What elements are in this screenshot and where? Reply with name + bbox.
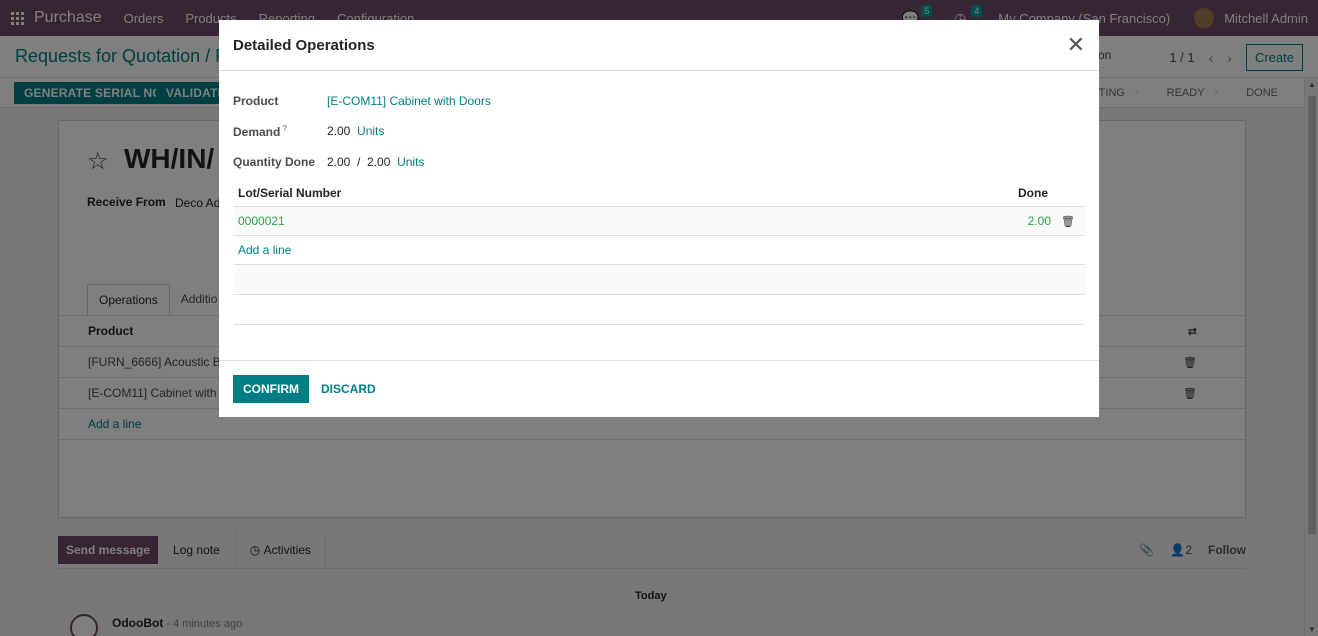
empty-row [234,265,1085,295]
delete-row-icon[interactable]: 🗑 [1061,215,1075,228]
demand-value: 2.00 Units [327,124,385,138]
column-lot-serial: Lot/Serial Number [238,185,342,200]
quantity-uom[interactable]: Units [397,155,424,169]
demand-label: Demand? [233,124,288,139]
quantity-done-value: 2.00 / 2.00 Units [327,155,425,169]
detailed-operations-dialog: Detailed Operations ✕ Product [E-COM11] … [219,20,1099,417]
dialog-footer: CONFIRM DISCARD [219,360,1099,417]
confirm-button[interactable]: CONFIRM [233,375,309,403]
table-header: Lot/Serial Number Done [234,179,1085,207]
dialog-header: Detailed Operations ✕ [219,20,1099,71]
discard-button[interactable]: DISCARD [309,375,388,403]
dialog-title: Detailed Operations [233,36,375,54]
demand-uom[interactable]: Units [357,124,384,138]
move-lines-table: Lot/Serial Number Done 0000021 2.00 🗑 Ad… [234,179,1085,325]
help-tooltip-icon[interactable]: ? [282,124,287,133]
product-label: Product [233,94,279,108]
add-line-row: Add a line [234,236,1085,265]
lot-serial-value[interactable]: 0000021 [238,214,285,228]
column-done: Done [1018,185,1048,200]
quantity-done-label: Quantity Done [233,155,316,169]
table-row[interactable]: 0000021 2.00 🗑 [234,207,1085,236]
add-line-link[interactable]: Add a line [238,243,291,257]
product-value[interactable]: [E-COM11] Cabinet with Doors [327,94,491,108]
empty-row [234,295,1085,325]
done-quantity-value[interactable]: 2.00 [1028,214,1051,228]
close-icon[interactable]: ✕ [1067,34,1085,56]
